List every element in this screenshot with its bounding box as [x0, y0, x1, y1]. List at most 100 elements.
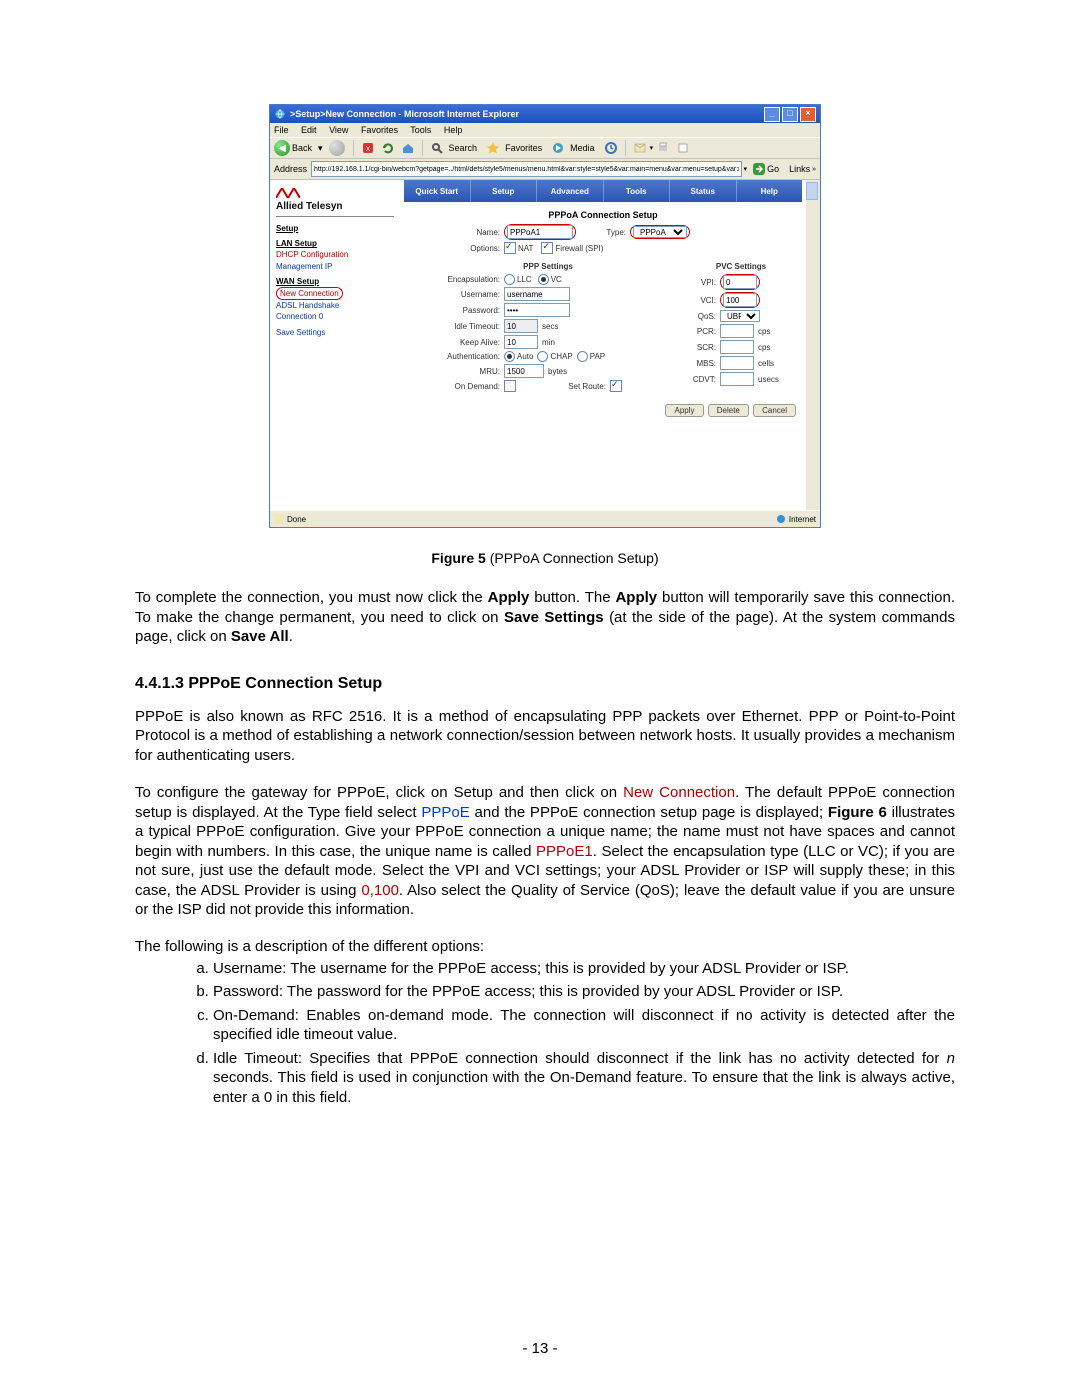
option-c: On-Demand: Enables on-demand mode. The c… — [213, 1006, 955, 1045]
status-done: Done — [287, 515, 306, 524]
chevron-down-icon[interactable]: ▾ — [744, 165, 748, 173]
back-button[interactable]: ◀ Back ▾ — [274, 140, 323, 156]
favorites-label[interactable]: Favorites — [505, 143, 542, 153]
link-adsl[interactable]: ADSL Handshake — [276, 301, 339, 310]
minimize-button[interactable]: _ — [764, 107, 780, 122]
tab-tools[interactable]: Tools — [604, 180, 671, 202]
menu-view[interactable]: View — [329, 125, 348, 135]
setup-heading: Setup — [276, 223, 394, 234]
keep-field[interactable] — [504, 335, 538, 349]
tab-bar: Quick Start Setup Advanced Tools Status … — [404, 180, 802, 202]
encap-vc-label: VC — [551, 275, 562, 284]
mbs-field[interactable] — [720, 356, 754, 370]
section-heading: 4.4.1.3 PPPoE Connection Setup — [135, 675, 955, 693]
pcr-label: PCR: — [686, 327, 716, 336]
mru-field[interactable] — [504, 364, 544, 378]
scr-unit: cps — [758, 343, 770, 352]
mbs-label: MBS: — [686, 359, 716, 368]
vci-label: VCI: — [686, 296, 716, 305]
vci-field[interactable] — [723, 293, 757, 307]
type-select[interactable]: PPPoA — [633, 226, 687, 238]
tab-help[interactable]: Help — [737, 180, 803, 202]
auth-pap-radio[interactable] — [577, 351, 588, 362]
menu-tools[interactable]: Tools — [410, 125, 431, 135]
tab-status[interactable]: Status — [670, 180, 737, 202]
cancel-button[interactable]: Cancel — [753, 404, 796, 417]
link-save-settings[interactable]: Save Settings — [276, 328, 325, 337]
url-input[interactable] — [311, 161, 742, 177]
media-icon[interactable] — [551, 141, 565, 155]
favorites-icon[interactable] — [486, 141, 500, 155]
link-new-connection[interactable]: New Connection — [280, 289, 339, 298]
menu-file[interactable]: File — [274, 125, 289, 135]
nat-checkbox[interactable] — [504, 242, 516, 254]
history-icon[interactable] — [604, 141, 618, 155]
firewall-checkbox[interactable] — [541, 242, 553, 254]
apply-button[interactable]: Apply — [665, 404, 703, 417]
search-label[interactable]: Search — [449, 143, 478, 153]
menubar: File Edit View Favorites Tools Help — [270, 123, 820, 137]
go-arrow-icon — [753, 163, 765, 175]
menu-help[interactable]: Help — [444, 125, 463, 135]
home-icon[interactable] — [401, 141, 415, 155]
username-label: Username: — [410, 290, 500, 299]
link-dhcp[interactable]: DHCP Configuration — [276, 250, 348, 259]
sidebar: Allied Telesyn Setup LAN Setup DHCP Conf… — [270, 180, 400, 510]
password-field[interactable] — [504, 303, 570, 317]
auth-chap-label: CHAP — [550, 352, 572, 361]
menu-edit[interactable]: Edit — [301, 125, 317, 135]
ie-icon — [274, 108, 286, 120]
highlight-new-connection: New Connection — [276, 287, 343, 300]
mbs-unit: cells — [758, 359, 774, 368]
tab-quickstart[interactable]: Quick Start — [404, 180, 471, 202]
tab-setup[interactable]: Setup — [471, 180, 538, 202]
back-arrow-icon: ◀ — [274, 140, 290, 156]
keep-label: Keep Alive: — [410, 338, 500, 347]
ondemand-checkbox[interactable] — [504, 380, 516, 392]
media-label[interactable]: Media — [570, 143, 595, 153]
highlight-vpi — [720, 274, 760, 290]
close-button[interactable]: × — [800, 107, 816, 122]
scr-field[interactable] — [720, 340, 754, 354]
setroute-checkbox[interactable] — [610, 380, 622, 392]
maximize-button[interactable]: □ — [782, 107, 798, 122]
sidemenu: Setup LAN Setup DHCP Configuration Manag… — [276, 223, 394, 338]
auth-auto-radio[interactable] — [504, 351, 515, 362]
vpi-field[interactable] — [723, 275, 757, 289]
go-button[interactable]: Go — [753, 163, 779, 175]
figure-label: Figure 5 — [431, 550, 485, 566]
search-icon[interactable] — [430, 141, 444, 155]
encap-label: Encapsulation: — [410, 275, 500, 284]
encap-llc-radio[interactable] — [504, 274, 515, 285]
idle-field[interactable] — [504, 319, 538, 333]
stop-icon[interactable]: x — [361, 141, 375, 155]
name-field[interactable] — [507, 225, 573, 239]
svg-text:x: x — [366, 144, 370, 153]
logo: Allied Telesyn — [276, 184, 394, 217]
window-title: >Setup>New Connection - Microsoft Intern… — [290, 109, 762, 119]
pcr-field[interactable] — [720, 324, 754, 338]
edit-icon[interactable] — [676, 141, 690, 155]
links-label[interactable]: Links — [789, 164, 810, 174]
link-mgmt-ip[interactable]: Management IP — [276, 262, 332, 271]
qos-select[interactable]: UBR — [720, 310, 760, 322]
print-icon[interactable] — [656, 141, 670, 155]
name-label: Name: — [410, 228, 500, 237]
ondemand-label: On Demand: — [410, 382, 500, 391]
delete-button[interactable]: Delete — [708, 404, 749, 417]
auth-chap-radio[interactable] — [537, 351, 548, 362]
links-chevron-icon: » — [812, 166, 816, 173]
options-list: Username: The username for the PPPoE acc… — [163, 959, 955, 1108]
mail-icon[interactable] — [633, 141, 647, 155]
menu-favorites[interactable]: Favorites — [361, 125, 398, 135]
link-connection0[interactable]: Connection 0 — [276, 312, 323, 321]
forward-button[interactable] — [329, 140, 345, 156]
cdvt-label: CDVT: — [686, 375, 716, 384]
refresh-icon[interactable] — [381, 141, 395, 155]
username-field[interactable] — [504, 287, 570, 301]
internet-zone-icon — [776, 514, 786, 524]
encap-vc-radio[interactable] — [538, 274, 549, 285]
tab-advanced[interactable]: Advanced — [537, 180, 604, 202]
status-bar: Done Internet — [270, 510, 820, 527]
cdvt-field[interactable] — [720, 372, 754, 386]
